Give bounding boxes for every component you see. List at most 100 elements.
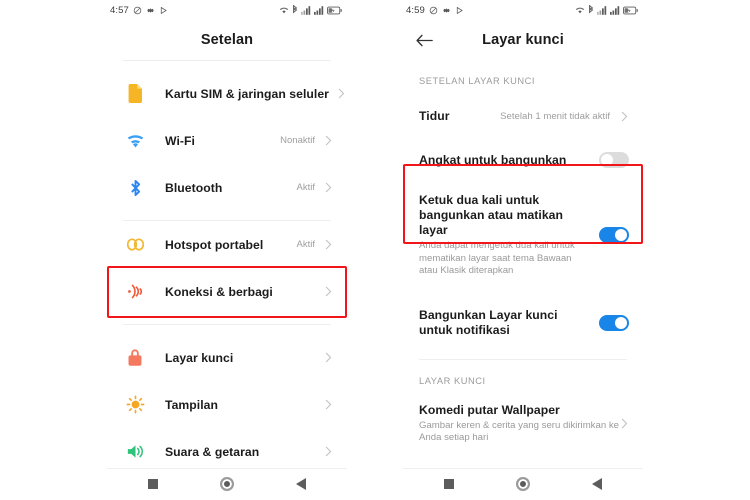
sim-card-icon [123,82,147,106]
android-nav-bar [107,468,347,500]
play-triangle-icon [455,6,464,15]
home-circle-icon[interactable] [220,477,234,491]
section-label-lockscreen-settings: SETELAN LAYAR KUNCI [419,76,536,86]
status-bar-right-cluster [575,5,638,15]
status-bar-clock: 4:59 [406,4,425,16]
chevron-right-icon [323,182,333,193]
setting-title: Komedi putar Wallpaper [419,402,560,417]
right-phone-screen: 4:59 Layar kunci SETELAN LAYAR KUNCI Tid… [403,0,643,500]
nav-bar-top-divider [403,468,643,469]
toggle-raise-to-wake[interactable] [599,152,629,168]
status-bar-right-cluster [279,5,342,15]
group-gap-3 [107,325,347,334]
left-title-bar: Setelan [107,20,347,60]
sidebar-item-label: Hotspot portabel [165,237,264,252]
toggle-wake-for-notifications[interactable] [599,314,629,331]
sidebar-item-label: Layar kunci [165,350,234,365]
setting-text: Angkat untuk bangunkan [419,153,589,168]
signal-2-icon [610,5,620,15]
setting-title: Tidur [419,108,450,123]
sidebar-item-value: Aktif [296,239,315,250]
setting-row-raise-to-wake[interactable]: Angkat untuk bangunkan [403,138,643,182]
setting-row-tidur[interactable]: Tidur Setelah 1 menit tidak aktif [403,94,643,138]
page-title: Layar kunci [482,32,564,48]
chevron-right-icon [619,111,629,121]
screenshot-canvas: 4:57 Setelan Kartu SIM & jaringan selule… [0,0,750,500]
setting-text: Tidur [419,109,500,124]
gear-icon [442,6,451,15]
group-gap-2 [107,315,347,324]
bluetooth-icon [588,5,594,15]
chevron-right-icon [323,352,333,363]
sidebar-item-bluetooth[interactable]: Bluetooth Aktif [107,164,347,211]
chevron-right-icon [337,88,347,99]
back-triangle-icon[interactable] [296,478,306,490]
setting-subtitle: Gambar keren & cerita yang seru dikirimk… [419,419,619,444]
setting-value: Setelah 1 menit tidak aktif [500,110,610,122]
speaker-icon [123,440,147,464]
chevron-right-icon [323,399,333,410]
hotspot-icon [123,233,147,257]
battery-charging-icon [327,6,342,15]
section-label-lockscreen: LAYAR KUNCI [419,375,486,386]
brightness-icon [123,393,147,417]
setting-title: Angkat untuk bangunkan [419,152,567,167]
signal-2-icon [314,5,324,15]
sidebar-item-connection-sharing[interactable]: Koneksi & berbagi [107,268,347,315]
setting-row-wallpaper-carousel[interactable]: Komedi putar Wallpaper Gambar keren & ce… [403,394,643,454]
right-status-bar: 4:59 [403,0,643,20]
chevron-right-icon [323,286,333,297]
setting-text: Komedi putar Wallpaper Gambar keren & ce… [419,403,619,445]
bluetooth-icon [292,5,298,15]
battery-charging-icon [623,6,638,15]
sidebar-item-layar-kunci[interactable]: Layar kunci [107,334,347,381]
setting-row-wake-for-notifications[interactable]: Bangunkan Layar kunci untuk notifikasi [403,299,643,347]
back-triangle-icon[interactable] [592,478,602,490]
wifi-icon [279,6,289,15]
sidebar-item-sim[interactable]: Kartu SIM & jaringan seluler [107,70,347,117]
connection-share-icon [123,280,147,304]
setting-title: Ketuk dua kali untuk bangunkan atau mati… [419,193,563,237]
setting-row-double-tap[interactable]: Ketuk dua kali untuk bangunkan atau mati… [403,182,643,289]
wifi-icon [575,6,585,15]
sidebar-item-label: Kartu SIM & jaringan seluler [165,86,329,101]
sidebar-item-value: Aktif [296,182,315,193]
android-nav-bar [403,468,643,500]
left-phone-panel: 4:57 Setelan Kartu SIM & jaringan selule… [0,0,375,500]
recents-square-icon[interactable] [444,479,454,489]
no-sound-icon [429,6,438,15]
setting-subtitle: Anda dapat mengetuk dua kali untuk memat… [419,240,575,277]
lock-icon [123,346,147,370]
gear-icon [146,6,155,15]
sidebar-item-wifi[interactable]: Wi-Fi Nonaktif [107,117,347,164]
left-status-bar: 4:57 [107,0,347,20]
sidebar-item-hotspot[interactable]: Hotspot portabel Aktif [107,221,347,268]
wifi-icon [123,129,147,153]
toggle-double-tap[interactable] [599,227,629,244]
chevron-right-icon [323,135,333,146]
play-triangle-icon [159,6,168,15]
setting-text: Bangunkan Layar kunci untuk notifikasi [419,308,589,338]
sidebar-item-label: Tampilan [165,397,218,412]
chevron-right-icon [323,239,333,250]
group-gap-1 [107,211,347,220]
status-bar-left-cluster: 4:59 [406,5,464,16]
status-bar-clock: 4:57 [110,4,129,16]
back-arrow-icon[interactable] [413,29,435,51]
bluetooth-icon [123,176,147,200]
recents-square-icon[interactable] [148,479,158,489]
page-title: Setelan [200,32,254,48]
sidebar-item-label: Wi-Fi [165,133,195,148]
sidebar-item-label: Koneksi & berbagi [165,284,273,299]
signal-1-icon [301,5,311,15]
sidebar-item-tampilan[interactable]: Tampilan [107,381,347,428]
list-top-gap [107,61,347,70]
home-circle-icon[interactable] [516,477,530,491]
sidebar-item-label: Bluetooth [165,180,223,195]
nav-bar-top-divider [107,468,347,469]
chevron-right-icon [619,418,629,429]
right-title-bar: Layar kunci [403,20,643,60]
setting-title: Bangunkan Layar kunci untuk notifikasi [419,307,558,337]
sidebar-item-value: Nonaktif [280,135,315,146]
chevron-right-icon [323,446,333,457]
